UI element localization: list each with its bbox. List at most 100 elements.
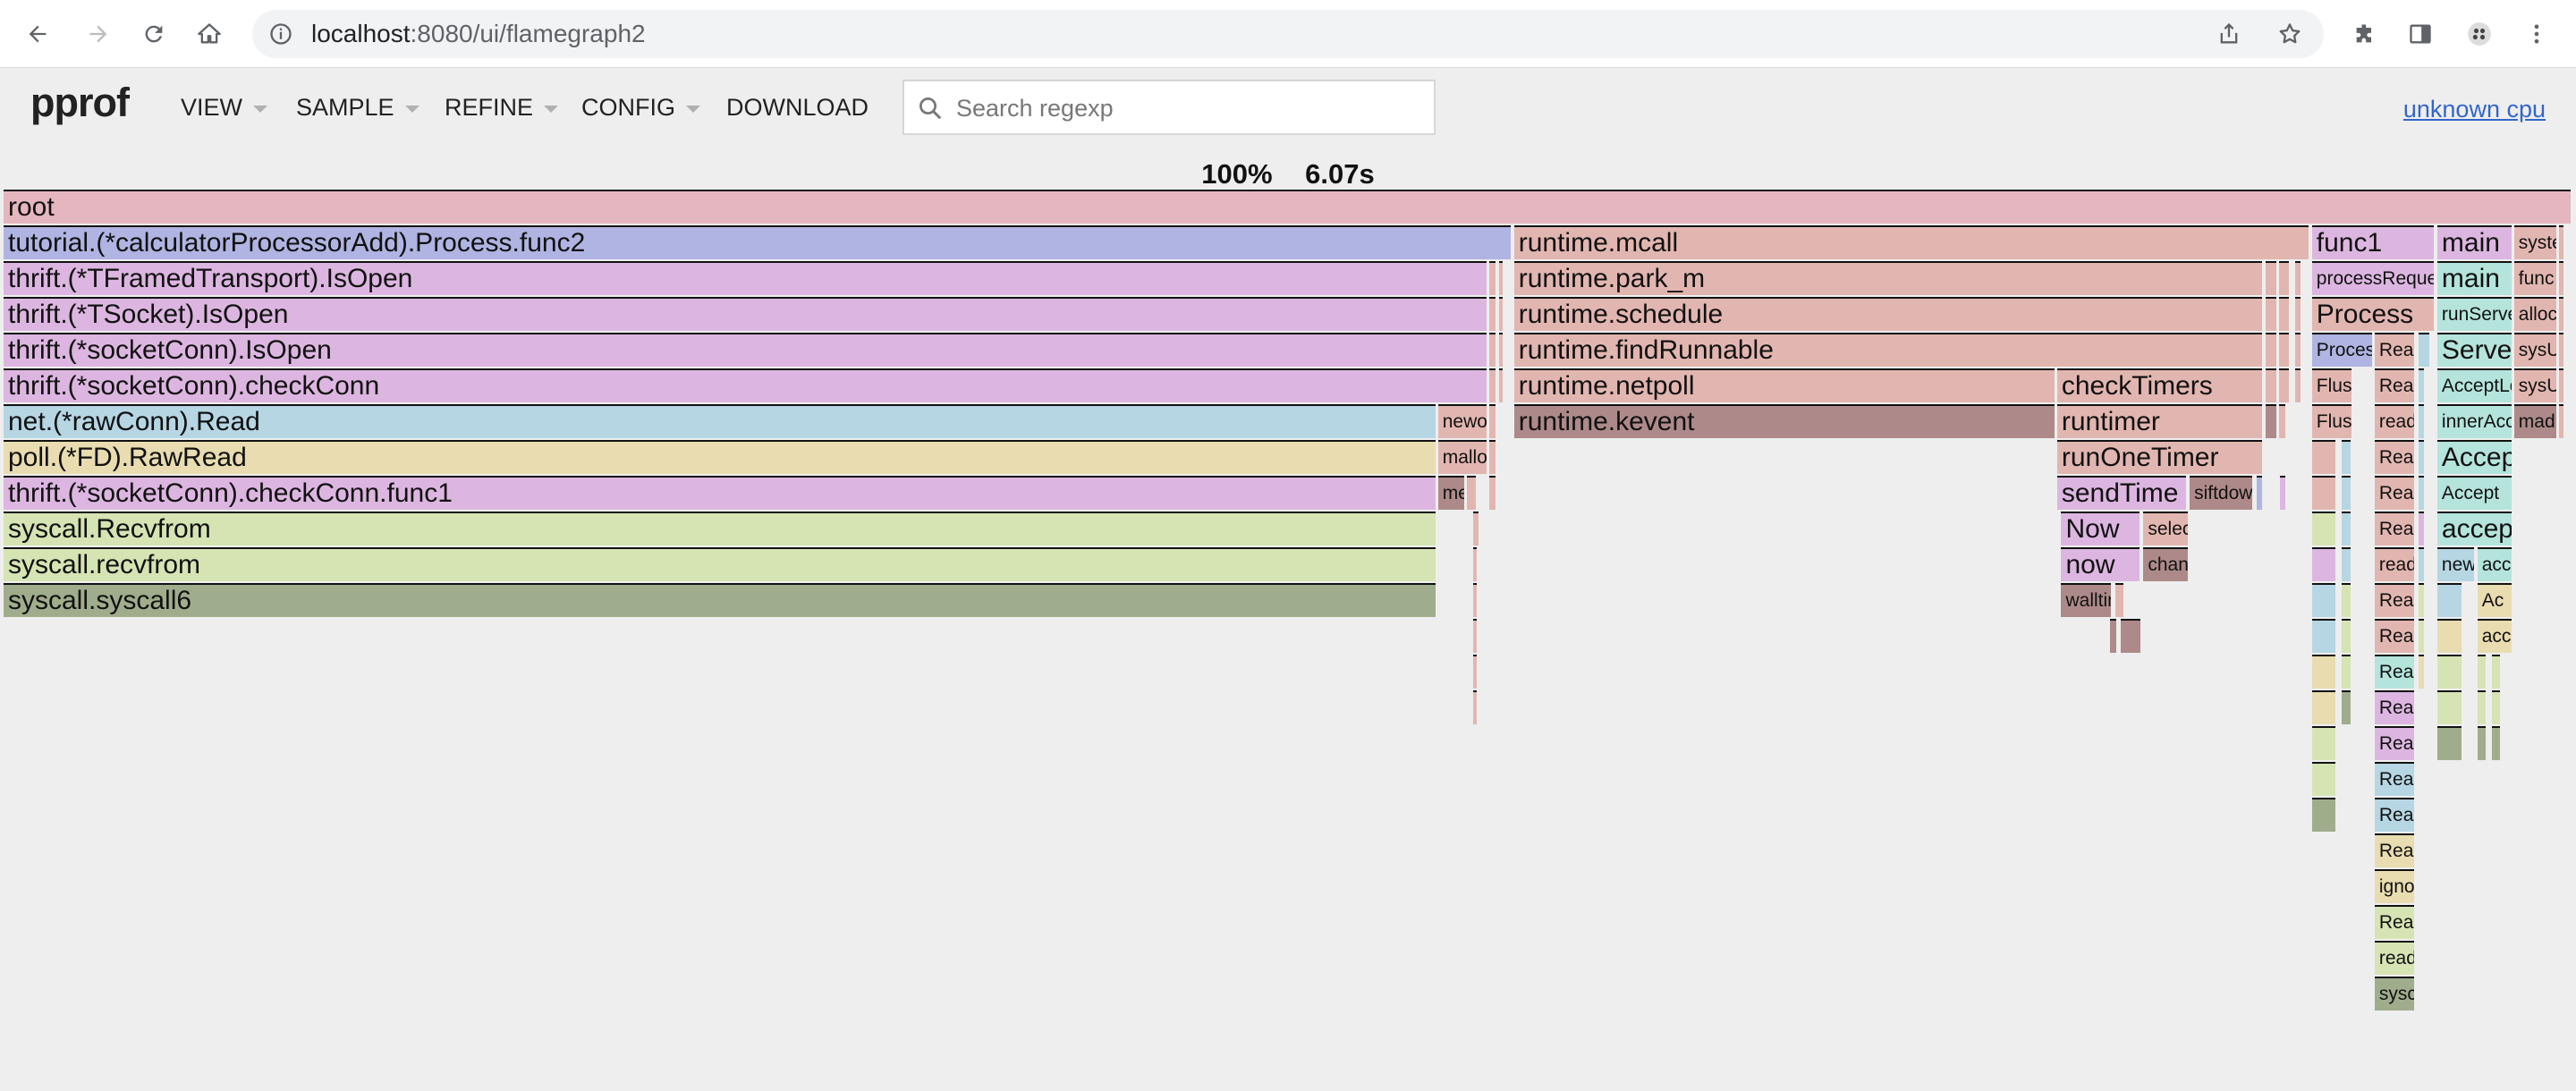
flame-frame[interactable]: main [2436, 261, 2512, 295]
flame-frame[interactable] [1472, 512, 1479, 546]
flame-frame[interactable]: func [2513, 261, 2557, 295]
flame-frame[interactable] [2265, 333, 2276, 367]
flame-frame[interactable] [2341, 619, 2351, 653]
flame-frame[interactable] [2341, 583, 2351, 617]
flame-frame[interactable]: Ac [2477, 583, 2512, 617]
flame-frame[interactable] [1498, 368, 1503, 402]
flame-frame[interactable] [2279, 333, 2289, 367]
flame-frame[interactable] [2341, 440, 2351, 474]
flame-frame[interactable] [2265, 261, 2276, 295]
flame-frame[interactable]: thrift.(*socketConn).IsOpen [4, 333, 1487, 367]
flame-frame[interactable]: Read [2374, 833, 2414, 867]
flame-frame[interactable]: sysU [2513, 368, 2557, 402]
flame-frame[interactable] [2477, 726, 2487, 760]
flame-frame[interactable]: walltim [2061, 583, 2111, 617]
flame-frame[interactable]: Accept [2436, 476, 2512, 510]
flame-frame[interactable] [2311, 690, 2336, 724]
menu-view[interactable]: VIEW [181, 94, 268, 122]
flame-frame[interactable]: Accept [2436, 440, 2512, 474]
flame-frame[interactable] [2418, 583, 2425, 617]
flame-frame[interactable]: thrift.(*socketConn).checkConn [4, 368, 1487, 402]
flame-frame[interactable] [1472, 690, 1477, 724]
flame-frame[interactable] [1498, 261, 1503, 295]
pprof-logo[interactable]: pprof [30, 80, 130, 126]
menu-button[interactable] [2519, 16, 2555, 52]
flame-frame[interactable] [2418, 655, 2425, 689]
flame-frame[interactable]: syscall.recvfrom [4, 547, 1436, 581]
flame-frame[interactable]: innerAccept [2436, 404, 2512, 438]
flame-frame[interactable] [2418, 547, 2425, 581]
flame-frame[interactable] [1489, 440, 1496, 474]
flame-frame[interactable]: Read [2374, 762, 2414, 796]
flame-frame[interactable] [2311, 512, 2336, 546]
flame-frame[interactable] [1472, 619, 1477, 653]
flame-frame[interactable] [2436, 583, 2462, 617]
forward-button[interactable] [80, 16, 116, 52]
flame-frame[interactable] [2418, 440, 2425, 474]
flame-frame[interactable] [2265, 368, 2276, 402]
flame-frame[interactable]: thrift.(*socketConn).checkConn.func1 [4, 476, 1436, 510]
flame-frame[interactable] [2477, 690, 2487, 724]
flame-frame[interactable]: readl [2374, 547, 2414, 581]
flamegraph[interactable]: root tutorial.(*calculatorProcessorAdd).P… [0, 190, 2576, 1084]
search-input[interactable] [954, 90, 1423, 126]
flame-frame[interactable] [2559, 297, 2564, 331]
profile-button[interactable] [2462, 16, 2497, 52]
menu-config[interactable]: CONFIG [581, 94, 700, 122]
flame-frame[interactable] [2341, 547, 2351, 581]
flame-frame[interactable] [2418, 368, 2425, 402]
flame-frame[interactable]: selec [2143, 512, 2189, 546]
home-button[interactable] [191, 16, 227, 52]
flame-frame[interactable] [2418, 476, 2425, 510]
flame-frame[interactable] [1489, 368, 1496, 402]
flame-frame[interactable]: Flus [2311, 368, 2351, 402]
flame-frame[interactable] [2114, 583, 2124, 617]
flame-frame[interactable] [2294, 368, 2301, 402]
flame-frame[interactable] [2491, 726, 2501, 760]
flame-frame[interactable] [2120, 619, 2140, 653]
flame-frame[interactable]: thrift.(*TSocket).IsOpen [4, 297, 1487, 331]
menu-refine[interactable]: REFINE [445, 94, 559, 122]
flame-frame[interactable]: func1 [2311, 225, 2434, 259]
flame-frame[interactable] [2279, 261, 2289, 295]
flame-frame[interactable]: acc [2477, 547, 2512, 581]
flame-frame[interactable]: Read [2374, 476, 2414, 510]
flame-frame[interactable] [2341, 512, 2351, 546]
flame-frame[interactable]: read [2374, 941, 2414, 975]
flame-frame[interactable] [2311, 655, 2336, 689]
flame-frame[interactable] [2418, 512, 2425, 546]
flame-frame[interactable] [2294, 297, 2301, 331]
search-box[interactable] [902, 80, 1436, 135]
flame-frame[interactable]: syste [2513, 225, 2557, 259]
flame-frame[interactable] [1489, 404, 1496, 438]
flame-frame[interactable]: Read [2374, 690, 2414, 724]
flame-frame[interactable]: newo [1437, 404, 1487, 438]
share-icon[interactable] [2216, 21, 2241, 47]
flame-frame[interactable]: new [2436, 547, 2474, 581]
flame-frame[interactable]: Now [2061, 512, 2140, 546]
flame-frame[interactable] [2436, 690, 2462, 724]
extensions-button[interactable] [2347, 16, 2383, 52]
flame-frame[interactable] [2559, 404, 2564, 438]
flame-frame[interactable]: now [2061, 547, 2140, 581]
flame-frame[interactable]: mad [2513, 404, 2557, 438]
flame-frame[interactable]: syscall.syscall6 [4, 583, 1436, 617]
flame-frame[interactable]: Read [2374, 726, 2414, 760]
flame-frame[interactable]: runtime.findRunnable [1513, 333, 2263, 367]
flame-frame[interactable]: Read [2374, 619, 2414, 653]
flame-frame[interactable] [2311, 798, 2336, 832]
flame-frame[interactable] [2311, 476, 2336, 510]
flame-frame[interactable]: Read [2374, 905, 2414, 939]
flame-frame[interactable] [2341, 655, 2351, 689]
flame-frame[interactable]: runtime.netpoll [1513, 368, 2055, 402]
flame-frame[interactable] [2559, 261, 2564, 295]
flame-frame[interactable]: poll.(*FD).RawRead [4, 440, 1436, 474]
flame-frame[interactable] [2279, 297, 2289, 331]
flame-frame[interactable]: runtime.mcall [1513, 225, 2309, 259]
flame-frame[interactable]: Flus [2311, 404, 2351, 438]
flame-frame[interactable] [2311, 762, 2336, 796]
flame-frame[interactable] [2311, 547, 2336, 581]
flame-frame[interactable]: sysc [2374, 977, 2414, 1011]
flame-frame[interactable]: read [2374, 404, 2414, 438]
flame-frame[interactable]: accept [2436, 512, 2512, 546]
